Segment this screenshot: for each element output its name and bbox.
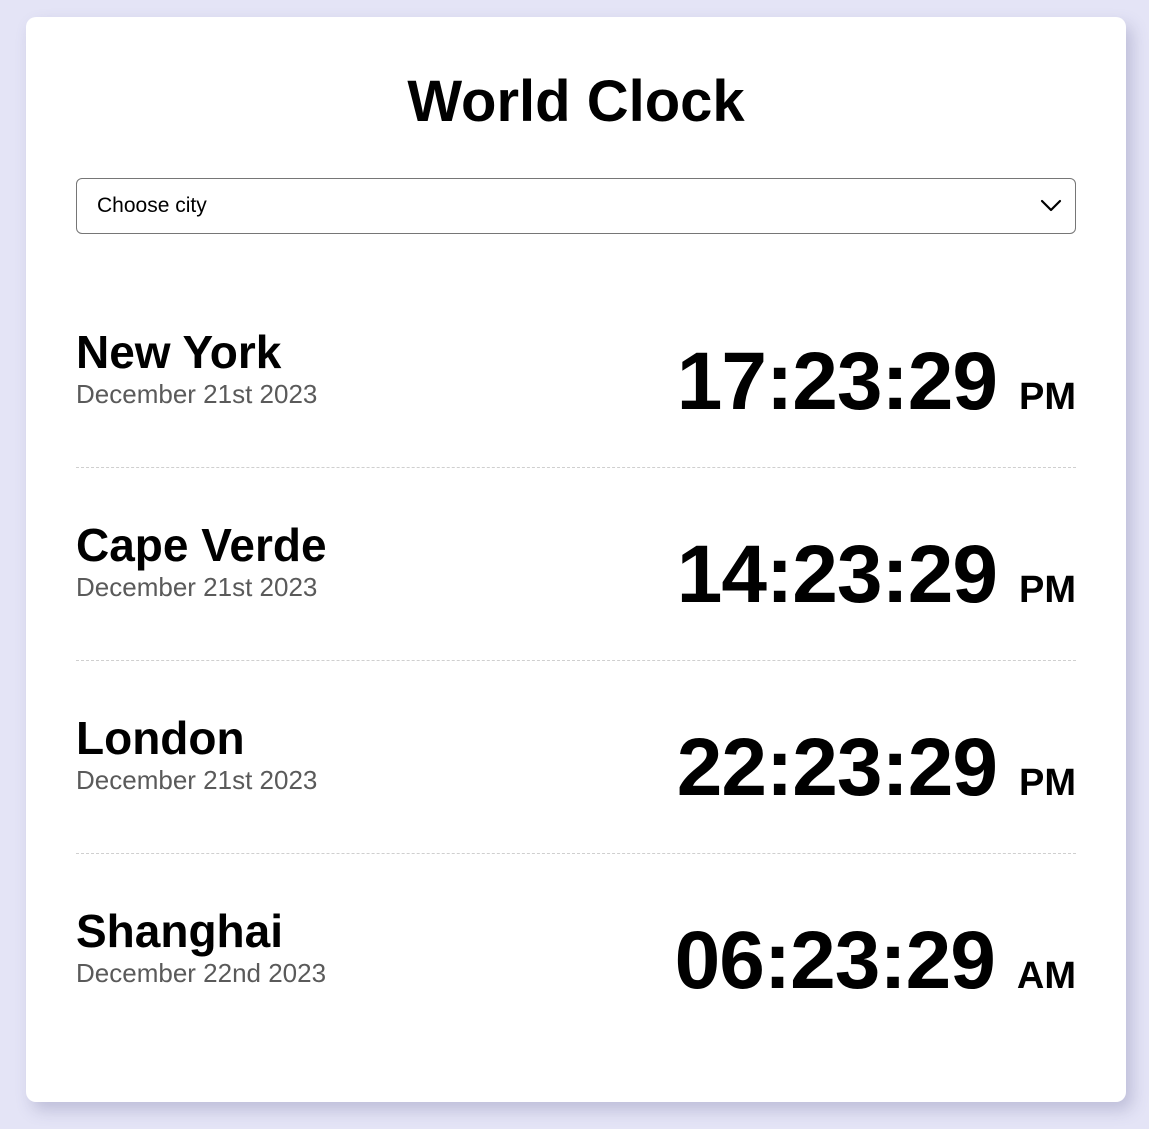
- city-name: New York: [76, 326, 282, 378]
- world-clock-card: World Clock Choose city New York Decembe…: [26, 17, 1126, 1102]
- city-row-london: London December 21st 2023 22:23:29 PM: [76, 661, 1076, 854]
- city-row-new-york: New York December 21st 2023 17:23:29 PM: [76, 275, 1076, 468]
- chevron-down-icon: [1039, 194, 1063, 218]
- city-info: New York December 21st 2023: [76, 327, 317, 409]
- city-clock: 14:23:29 PM: [677, 534, 1076, 616]
- city-info: Cape Verde December 21st 2023: [76, 520, 327, 602]
- city-clock: 17:23:29 PM: [677, 341, 1076, 423]
- city-date: December 21st 2023: [76, 379, 318, 409]
- city-name: London: [76, 712, 245, 764]
- city-ampm: PM: [1019, 376, 1076, 418]
- city-ampm: PM: [1019, 569, 1076, 611]
- city-name: Cape Verde: [76, 519, 327, 571]
- city-time: 14:23:29: [676, 529, 998, 620]
- city-date: December 21st 2023: [76, 572, 318, 602]
- city-name: Shanghai: [76, 905, 284, 957]
- city-time: 17:23:29: [676, 336, 998, 427]
- city-select[interactable]: Choose city: [76, 178, 1076, 234]
- city-clock: 06:23:29 AM: [675, 920, 1076, 1002]
- page-title: World Clock: [407, 69, 745, 134]
- city-list: New York December 21st 2023 17:23:29 PM …: [76, 275, 1076, 1047]
- city-date: December 21st 2023: [76, 765, 318, 795]
- city-row-cape-verde: Cape Verde December 21st 2023 14:23:29 P…: [76, 468, 1076, 661]
- city-row-shanghai: Shanghai December 22nd 2023 06:23:29 AM: [76, 854, 1076, 1047]
- city-ampm: AM: [1016, 955, 1076, 997]
- city-info: Shanghai December 22nd 2023: [76, 906, 326, 988]
- city-ampm: PM: [1019, 762, 1076, 804]
- city-info: London December 21st 2023: [76, 713, 317, 795]
- city-time: 22:23:29: [676, 722, 998, 813]
- city-date: December 22nd 2023: [76, 958, 327, 988]
- city-clock: 22:23:29 PM: [677, 727, 1076, 809]
- city-time: 06:23:29: [674, 915, 996, 1006]
- city-select-value: Choose city: [97, 194, 207, 217]
